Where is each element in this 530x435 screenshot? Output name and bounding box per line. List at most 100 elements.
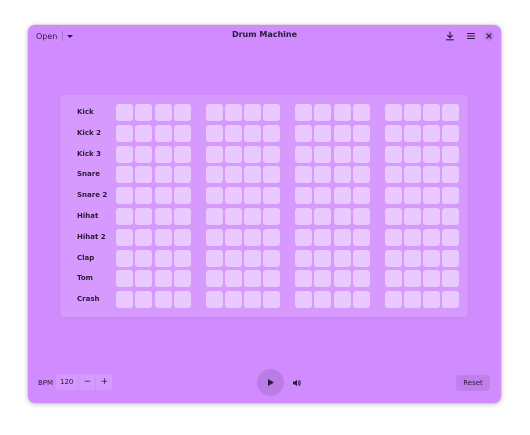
step-pad[interactable]: [244, 104, 262, 121]
bpm-decrement-button[interactable]: −: [78, 374, 95, 390]
step-pad[interactable]: [352, 291, 370, 309]
step-pad[interactable]: [135, 104, 153, 121]
step-pad[interactable]: [423, 291, 441, 309]
step-pad[interactable]: [442, 104, 460, 121]
step-pad[interactable]: [333, 124, 351, 142]
step-pad[interactable]: [352, 104, 370, 121]
step-pad[interactable]: [295, 270, 312, 288]
step-pad[interactable]: [403, 104, 421, 121]
step-pad[interactable]: [384, 166, 402, 184]
step-pad[interactable]: [403, 145, 421, 163]
step-pad[interactable]: [224, 270, 242, 288]
step-pad[interactable]: [135, 124, 153, 142]
step-pad[interactable]: [205, 145, 223, 163]
step-pad[interactable]: [423, 249, 441, 267]
bpm-value[interactable]: 120: [56, 378, 78, 386]
step-pad[interactable]: [154, 166, 172, 184]
step-pad[interactable]: [224, 124, 242, 142]
step-pad[interactable]: [263, 291, 281, 309]
step-pad[interactable]: [135, 291, 153, 309]
step-pad[interactable]: [384, 124, 402, 142]
step-pad[interactable]: [224, 166, 242, 184]
volume-button[interactable]: [291, 377, 303, 389]
step-pad[interactable]: [442, 270, 460, 288]
step-pad[interactable]: [116, 270, 133, 288]
step-pad[interactable]: [173, 249, 191, 267]
step-pad[interactable]: [244, 124, 262, 142]
step-pad[interactable]: [352, 208, 370, 225]
step-pad[interactable]: [135, 166, 153, 184]
step-pad[interactable]: [244, 166, 262, 184]
step-pad[interactable]: [135, 228, 153, 246]
step-pad[interactable]: [205, 104, 223, 121]
step-pad[interactable]: [314, 270, 332, 288]
step-pad[interactable]: [135, 270, 153, 288]
step-pad[interactable]: [403, 228, 421, 246]
step-pad[interactable]: [333, 187, 351, 205]
step-pad[interactable]: [244, 145, 262, 163]
step-pad[interactable]: [423, 208, 441, 225]
step-pad[interactable]: [116, 291, 133, 309]
step-pad[interactable]: [263, 104, 281, 121]
step-pad[interactable]: [244, 249, 262, 267]
step-pad[interactable]: [442, 145, 460, 163]
step-pad[interactable]: [333, 228, 351, 246]
step-pad[interactable]: [314, 145, 332, 163]
step-pad[interactable]: [244, 270, 262, 288]
reset-button[interactable]: Reset: [456, 375, 490, 391]
step-pad[interactable]: [173, 270, 191, 288]
step-pad[interactable]: [154, 249, 172, 267]
step-pad[interactable]: [403, 270, 421, 288]
bpm-spinbutton[interactable]: 120 − +: [56, 374, 113, 390]
step-pad[interactable]: [116, 145, 133, 163]
step-pad[interactable]: [384, 291, 402, 309]
step-pad[interactable]: [403, 291, 421, 309]
step-pad[interactable]: [333, 291, 351, 309]
step-pad[interactable]: [116, 166, 133, 184]
step-pad[interactable]: [263, 228, 281, 246]
step-pad[interactable]: [314, 291, 332, 309]
step-pad[interactable]: [295, 124, 312, 142]
step-pad[interactable]: [333, 208, 351, 225]
step-pad[interactable]: [154, 145, 172, 163]
step-pad[interactable]: [295, 249, 312, 267]
step-pad[interactable]: [423, 166, 441, 184]
step-pad[interactable]: [173, 145, 191, 163]
step-pad[interactable]: [173, 104, 191, 121]
step-pad[interactable]: [423, 145, 441, 163]
step-pad[interactable]: [135, 187, 153, 205]
step-pad[interactable]: [333, 270, 351, 288]
step-pad[interactable]: [173, 208, 191, 225]
step-pad[interactable]: [263, 145, 281, 163]
step-pad[interactable]: [333, 145, 351, 163]
step-pad[interactable]: [333, 249, 351, 267]
step-pad[interactable]: [173, 187, 191, 205]
step-pad[interactable]: [116, 187, 133, 205]
step-pad[interactable]: [224, 145, 242, 163]
step-pad[interactable]: [116, 124, 133, 142]
step-pad[interactable]: [423, 104, 441, 121]
step-pad[interactable]: [116, 249, 133, 267]
step-pad[interactable]: [295, 166, 312, 184]
step-pad[interactable]: [263, 270, 281, 288]
step-pad[interactable]: [173, 291, 191, 309]
step-pad[interactable]: [352, 187, 370, 205]
step-pad[interactable]: [314, 228, 332, 246]
step-pad[interactable]: [384, 208, 402, 225]
step-pad[interactable]: [173, 124, 191, 142]
step-pad[interactable]: [263, 208, 281, 225]
step-pad[interactable]: [423, 228, 441, 246]
step-pad[interactable]: [403, 187, 421, 205]
step-pad[interactable]: [116, 208, 133, 225]
step-pad[interactable]: [224, 208, 242, 225]
step-pad[interactable]: [384, 228, 402, 246]
step-pad[interactable]: [384, 187, 402, 205]
step-pad[interactable]: [205, 249, 223, 267]
step-pad[interactable]: [295, 187, 312, 205]
step-pad[interactable]: [314, 104, 332, 121]
play-button[interactable]: [257, 369, 284, 396]
step-pad[interactable]: [403, 249, 421, 267]
step-pad[interactable]: [295, 145, 312, 163]
step-pad[interactable]: [205, 187, 223, 205]
step-pad[interactable]: [423, 124, 441, 142]
